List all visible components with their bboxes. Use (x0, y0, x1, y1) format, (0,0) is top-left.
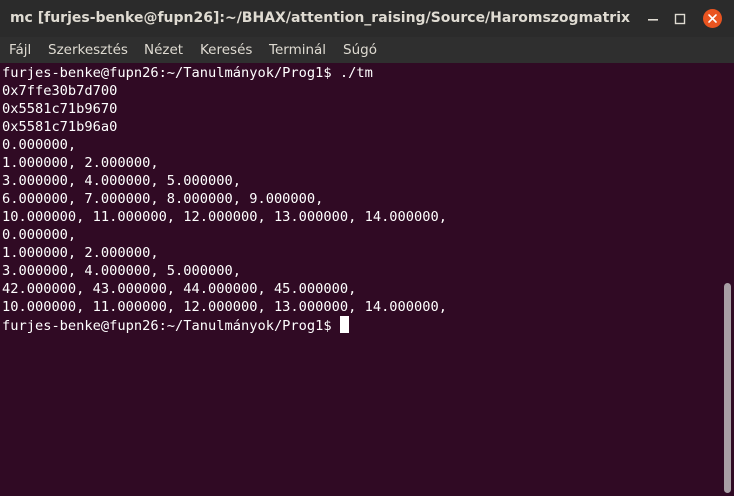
terminal-window: mc [furjes-benke@fupn26]:~/BHAX/attentio… (0, 0, 734, 496)
terminal-prompt: furjes-benke@fupn26:~/Tanulmányok/Prog1$ (2, 318, 340, 334)
menu-bar: Fájl Szerkesztés Nézet Keresés Terminál … (0, 37, 734, 63)
menu-file[interactable]: Fájl (9, 37, 31, 63)
menu-view[interactable]: Nézet (144, 37, 183, 63)
menu-terminal[interactable]: Terminál (269, 37, 326, 63)
terminal-line: 0.000000, (2, 227, 77, 243)
terminal-line: furjes-benke@fupn26:~/Tanulmányok/Prog1$… (2, 65, 373, 81)
maximize-icon (674, 13, 686, 25)
menu-search[interactable]: Keresés (200, 37, 252, 63)
terminal-line: 0x7ffe30b7d700 (2, 83, 118, 99)
terminal-line: 10.000000, 11.000000, 12.000000, 13.0000… (2, 209, 447, 225)
title-bar[interactable]: mc [furjes-benke@fupn26]:~/BHAX/attentio… (0, 0, 734, 37)
terminal-line: 10.000000, 11.000000, 12.000000, 13.0000… (2, 299, 447, 315)
terminal-line: 6.000000, 7.000000, 8.000000, 9.000000, (2, 191, 324, 207)
terminal-line: 1.000000, 2.000000, (2, 155, 159, 171)
terminal-line: 42.000000, 43.000000, 44.000000, 45.0000… (2, 281, 357, 297)
minimize-button[interactable] (643, 9, 663, 29)
terminal-line: 3.000000, 4.000000, 5.000000, (2, 173, 241, 189)
terminal-line: 0x5581c71b9670 (2, 101, 118, 117)
terminal-line: 0x5581c71b96a0 (2, 119, 118, 135)
terminal-line: 3.000000, 4.000000, 5.000000, (2, 263, 241, 279)
close-button[interactable] (703, 9, 722, 28)
menu-help[interactable]: Súgó (343, 37, 377, 63)
terminal-prompt-line: furjes-benke@fupn26:~/Tanulmányok/Prog1$ (2, 316, 349, 334)
minimize-icon (648, 19, 658, 21)
window-title: mc [furjes-benke@fupn26]:~/BHAX/attentio… (9, 10, 631, 26)
menu-edit[interactable]: Szerkesztés (48, 37, 128, 63)
scrollbar-thumb[interactable] (724, 283, 731, 493)
text-cursor (339, 316, 349, 333)
terminal-line: 0.000000, (2, 137, 77, 153)
close-icon (708, 14, 717, 23)
maximize-button[interactable] (670, 9, 690, 29)
scrollbar[interactable] (722, 63, 734, 496)
terminal-line: 1.000000, 2.000000, (2, 245, 159, 261)
terminal-output[interactable]: furjes-benke@fupn26:~/Tanulmányok/Prog1$… (0, 63, 722, 496)
